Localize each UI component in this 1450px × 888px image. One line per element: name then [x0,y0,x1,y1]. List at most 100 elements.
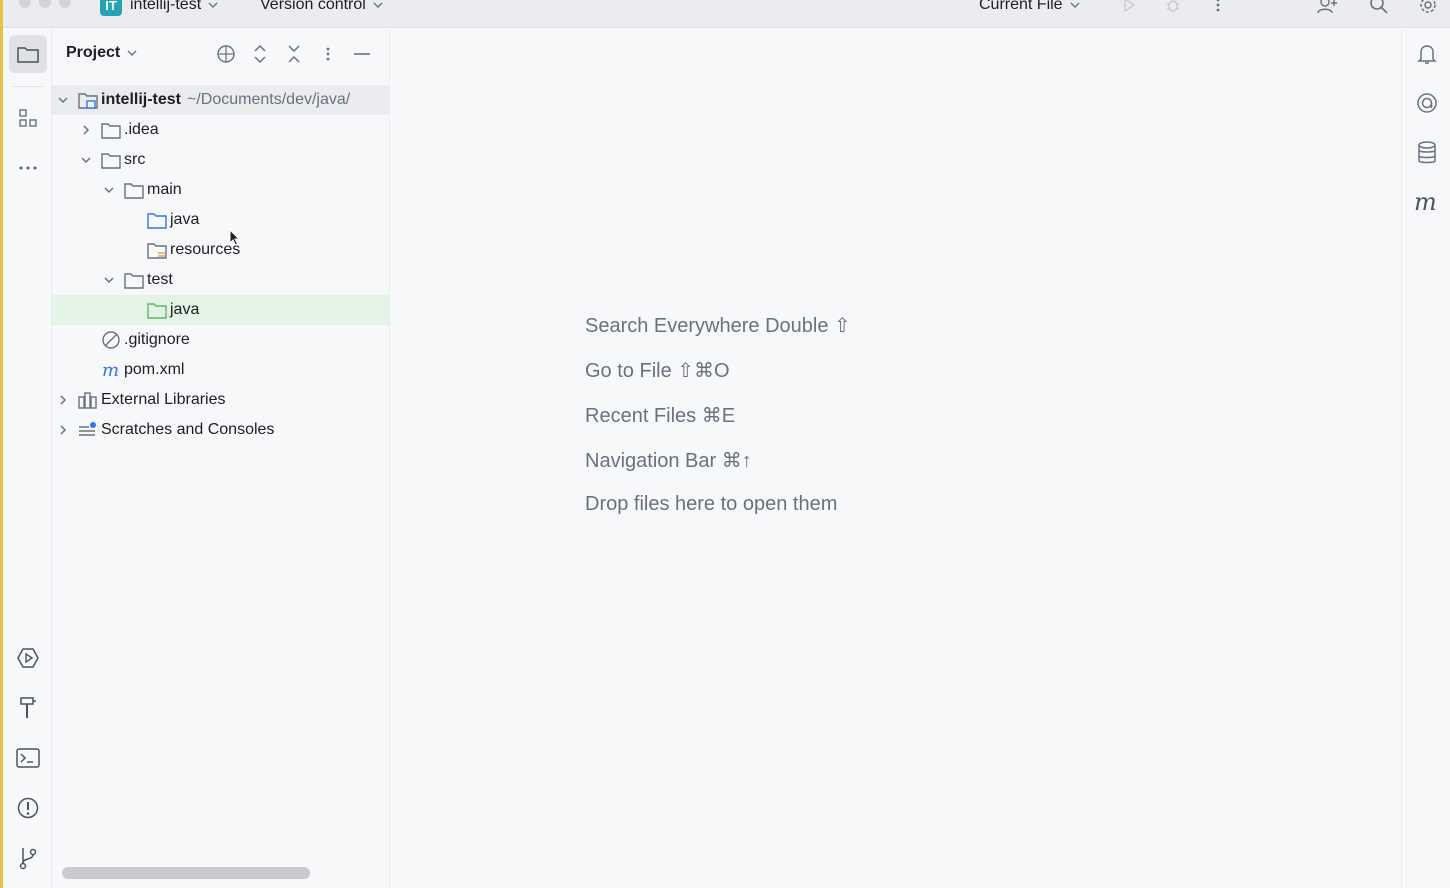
node-label: test [147,271,173,288]
resources-folder-icon [147,241,167,259]
svg-text:m: m [1414,192,1437,214]
right-tool-strip: m [1401,29,1450,888]
database-icon[interactable] [1410,136,1444,170]
debug-icon[interactable] [1161,0,1185,16]
svg-text:m: m [102,361,119,379]
node-label: pom.xml [124,361,185,378]
structure-icon [19,109,37,127]
chevron-right-icon[interactable] [79,123,93,137]
more-horizontal-icon [19,166,37,170]
ai-assistant-icon[interactable] [1410,86,1444,120]
folder-icon [101,151,121,169]
tree-node-main[interactable]: main [52,175,390,205]
tree-node-resources[interactable]: resources [52,235,390,265]
close-window-button[interactable] [19,0,31,8]
folder-icon [124,181,144,199]
node-label: Scratches and Consoles [101,421,275,438]
tree-node-main-java[interactable]: java [52,205,390,235]
horizontal-scrollbar[interactable] [62,867,310,879]
node-label: src [124,151,146,168]
maven-icon: m [101,361,121,379]
project-view-selector[interactable]: Project [66,44,138,62]
problems-tool-button[interactable] [9,789,47,827]
folder-icon [124,271,144,289]
project-tool-window: Project intellij-test ~/Documents/dev/ja… [52,29,390,888]
tree-node-src[interactable]: src [52,145,390,175]
collapse-all-icon[interactable] [282,42,306,66]
notifications-icon[interactable] [1410,37,1444,71]
node-label: External Libraries [101,391,226,408]
minimize-window-button[interactable] [39,0,51,8]
tree-node-gitignore[interactable]: .gitignore [52,325,390,355]
tree-node-external-libraries[interactable]: External Libraries [52,385,390,415]
node-label: .gitignore [124,331,190,348]
more-tools-button[interactable] [9,149,47,187]
chevron-down-icon[interactable] [79,153,93,167]
run-config-label: Current File [979,0,1063,13]
expand-all-icon[interactable] [248,42,272,66]
tree-node-test-java[interactable]: java [52,295,390,325]
ide-window: IT intellij-test Version control Current… [0,0,1450,888]
hint-drop-files: Drop files here to open them [585,493,838,515]
node-label: java [170,301,200,318]
scratches-icon [78,421,98,439]
chevron-down-icon [373,2,383,8]
services-icon [17,648,39,668]
structure-tool-button[interactable] [9,99,47,137]
chevron-down-icon [208,2,218,8]
locate-icon[interactable] [214,42,238,66]
test-source-folder-icon [147,301,167,319]
vcs-label: Version control [260,0,366,13]
tree-node-test[interactable]: test [52,265,390,295]
services-tool-button[interactable] [9,639,47,677]
git-tool-button[interactable] [9,839,47,877]
strip-separator [13,86,43,87]
tree-node-pom[interactable]: m pom.xml [52,355,390,385]
git-branch-icon [19,848,37,870]
left-tool-strip [3,29,52,888]
project-panel-header: Project [52,29,390,79]
chevron-down-icon[interactable] [102,273,116,287]
terminal-tool-button[interactable] [9,739,47,777]
run-configuration-selector[interactable]: Current File [979,0,1081,14]
chevron-down-icon[interactable] [102,183,116,197]
run-icon[interactable] [1117,0,1141,16]
vcs-widget[interactable]: Version control [260,0,384,14]
tree-node-idea[interactable]: .idea [52,115,390,145]
chevron-down-icon [1070,2,1080,8]
chevron-down-icon[interactable] [56,93,70,107]
mouse-cursor-icon [229,229,241,246]
node-label: java [170,211,200,228]
add-user-icon[interactable] [1316,0,1340,16]
module-folder-icon [78,91,98,109]
options-icon[interactable] [316,42,340,66]
problems-icon [17,797,39,819]
project-name: intellij-test [130,0,202,13]
folder-icon [101,121,121,139]
more-vertical-icon[interactable] [1206,0,1230,16]
hint-search-everywhere: Search Everywhere Double ⇧ [585,315,851,337]
project-selector[interactable]: intellij-test [130,0,219,14]
hide-icon[interactable] [350,42,374,66]
maven-tool-icon[interactable]: m [1410,186,1444,220]
chevron-right-icon[interactable] [56,423,70,437]
tree-node-scratches[interactable]: Scratches and Consoles [52,415,390,445]
settings-icon[interactable] [1416,0,1440,16]
project-tool-button[interactable] [9,35,47,73]
node-label: intellij-test [101,91,182,108]
project-badge[interactable]: IT [100,0,122,16]
panel-title: Project [66,44,121,61]
search-icon[interactable] [1367,0,1391,16]
build-icon [20,697,36,718]
node-label: main [147,181,182,198]
build-tool-button[interactable] [9,689,47,727]
maximize-window-button[interactable] [59,0,71,8]
terminal-icon [16,748,40,768]
title-bar: IT intellij-test Version control Current… [3,0,1450,28]
source-folder-icon [147,211,167,229]
tree-node-intellij-test[interactable]: intellij-test ~/Documents/dev/java/ [52,85,390,115]
editor-empty-area[interactable]: Search Everywhere Double ⇧ Go to File ⇧⌘… [390,29,1401,888]
chevron-right-icon[interactable] [56,393,70,407]
node-label: .idea [124,121,159,138]
ignore-file-icon [101,331,121,349]
